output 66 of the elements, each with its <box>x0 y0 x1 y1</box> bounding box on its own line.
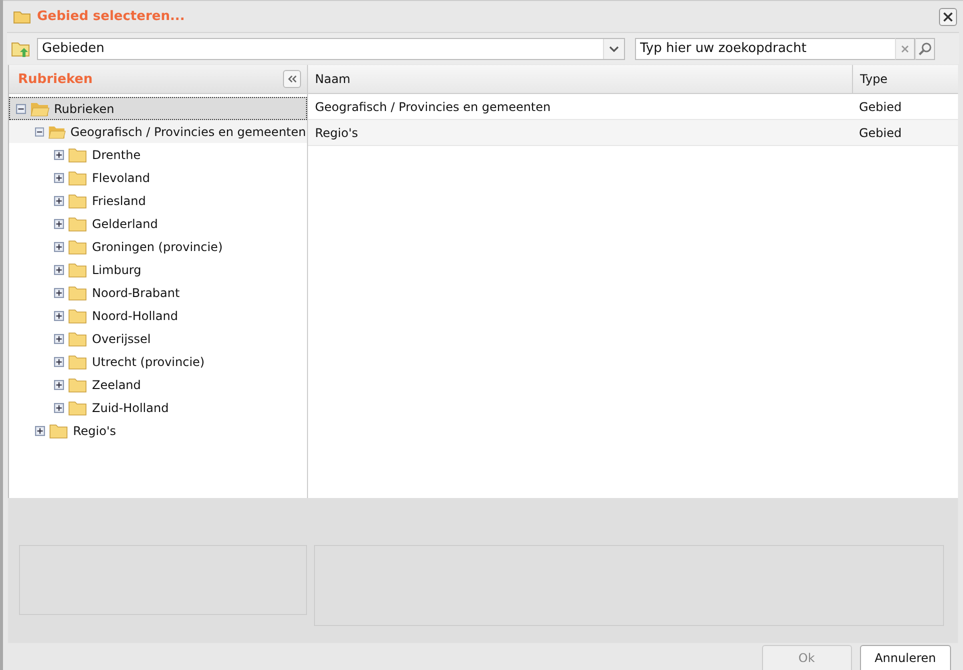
folder-icon <box>68 284 88 300</box>
tree-item[interactable]: Noord-Brabant <box>9 281 307 304</box>
expander-icon[interactable] <box>35 126 44 136</box>
search-button[interactable] <box>915 38 935 60</box>
table-cell-text: Gebied <box>858 98 903 116</box>
tree-item[interactable]: Utrecht (provincie) <box>9 350 307 373</box>
folder-icon <box>13 10 31 24</box>
expander-icon[interactable] <box>54 310 64 320</box>
folder-icon <box>68 146 88 162</box>
tree-item[interactable]: Zuid-Holland <box>9 396 307 419</box>
expander-icon[interactable] <box>35 426 45 436</box>
close-icon <box>943 12 953 22</box>
folder-icon <box>68 308 88 324</box>
tree-item[interactable]: Noord-Holland <box>9 304 307 327</box>
expander-icon[interactable] <box>54 356 64 366</box>
area-dropdown[interactable]: Gebieden <box>37 38 625 60</box>
collapse-button[interactable] <box>283 70 301 88</box>
tree-item[interactable]: Gelderland <box>9 212 307 235</box>
tree-item[interactable]: Drenthe <box>9 143 307 166</box>
column-header[interactable]: Type <box>852 65 958 93</box>
chevron-down-icon <box>609 46 619 52</box>
tree-item[interactable]: Regio's <box>9 419 307 442</box>
open-folder-icon <box>48 124 66 140</box>
expander-icon[interactable] <box>54 150 64 160</box>
folder-icon <box>68 170 88 186</box>
tree-item[interactable]: Friesland <box>9 189 307 212</box>
column-header[interactable]: Naam <box>308 65 852 93</box>
tree-item[interactable]: Groningen (provincie) <box>9 235 307 258</box>
search-field[interactable]: Typ hier uw zoekopdracht <box>635 38 895 60</box>
expander-icon[interactable] <box>54 242 64 252</box>
expander-icon[interactable] <box>16 104 26 114</box>
open-folder-icon <box>30 100 50 116</box>
folder-icon <box>68 192 88 208</box>
panel-title: Rubrieken <box>18 72 94 86</box>
expander-icon[interactable] <box>54 172 64 182</box>
double-chevron-left-icon <box>287 75 297 83</box>
folder-icon <box>49 422 69 438</box>
expander-icon[interactable] <box>54 380 64 390</box>
tree-item[interactable]: Geografisch / Provincies en gemeenten <box>9 120 307 143</box>
tree-item[interactable]: Rubrieken <box>9 97 307 120</box>
folder-icon <box>68 262 88 278</box>
folder-icon <box>68 216 88 232</box>
window-title: Gebied selecteren... <box>37 9 186 24</box>
expander-icon[interactable] <box>54 402 64 412</box>
expander-icon[interactable] <box>54 288 64 298</box>
expander-icon[interactable] <box>54 334 64 344</box>
search-icon <box>918 42 932 56</box>
clear-icon <box>901 44 909 52</box>
table-cell-text: Geografisch / Provincies en gemeenten <box>314 98 552 116</box>
close-button[interactable] <box>939 8 957 26</box>
folder-icon <box>68 330 88 346</box>
folder-icon <box>68 376 88 392</box>
expander-icon[interactable] <box>54 264 64 274</box>
table-cell-text: Gebied <box>858 124 903 142</box>
expander-icon[interactable] <box>54 218 64 228</box>
tree-item[interactable]: Limburg <box>9 258 307 281</box>
dialog-button[interactable]: Annuleren <box>860 645 951 670</box>
table-cell-text: Regio's <box>314 124 360 142</box>
folder-icon <box>68 354 88 370</box>
expander-icon[interactable] <box>54 196 64 206</box>
tree-item[interactable]: Flevoland <box>9 166 307 189</box>
folder-icon <box>68 238 88 254</box>
tree-item[interactable]: Zeeland <box>9 373 307 396</box>
clear-button[interactable] <box>895 38 915 60</box>
tree-item[interactable]: Overijssel <box>9 327 307 350</box>
folder-icon <box>68 400 88 416</box>
